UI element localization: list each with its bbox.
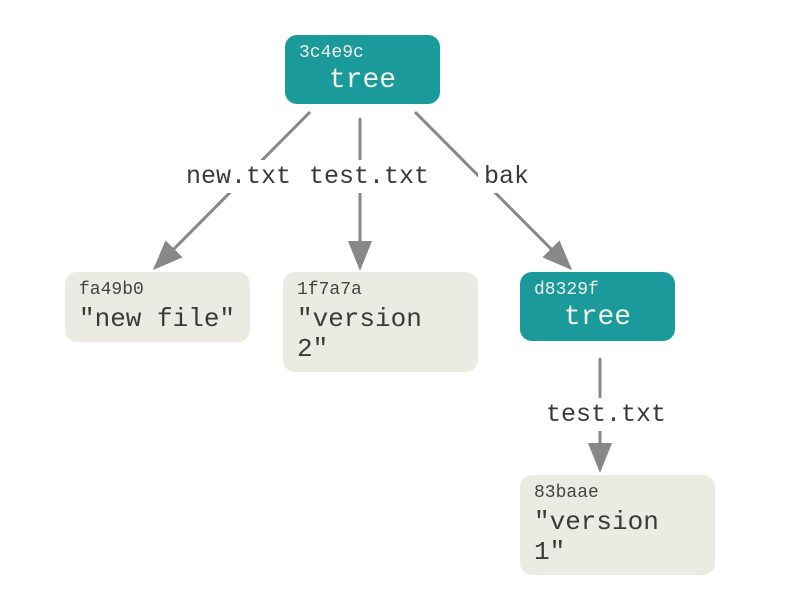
blob-new-node: fa49b0 "new file": [65, 272, 250, 342]
subtree-node: d8329f tree: [520, 272, 675, 341]
blob-new-content: "new file": [79, 304, 236, 334]
root-type: tree: [299, 65, 426, 96]
blob-v2-content: "version 2": [297, 304, 464, 364]
blob-v1-content: "version 1": [534, 507, 701, 567]
blob-v2-node: 1f7a7a "version 2": [283, 272, 478, 372]
edge-sub-test-txt: test.txt: [540, 398, 672, 431]
blob-new-hash: fa49b0: [79, 280, 236, 300]
subtree-type: tree: [534, 302, 661, 333]
root-tree-node: 3c4e9c tree: [285, 35, 440, 104]
edge-test-txt: test.txt: [303, 160, 435, 193]
subtree-hash: d8329f: [534, 280, 661, 300]
edge-bak: bak: [478, 160, 535, 193]
root-hash: 3c4e9c: [299, 43, 426, 63]
blob-v2-hash: 1f7a7a: [297, 280, 464, 300]
blob-v1-hash: 83baae: [534, 483, 701, 503]
blob-v1-node: 83baae "version 1": [520, 475, 715, 575]
edge-new-txt: new.txt: [180, 160, 297, 193]
